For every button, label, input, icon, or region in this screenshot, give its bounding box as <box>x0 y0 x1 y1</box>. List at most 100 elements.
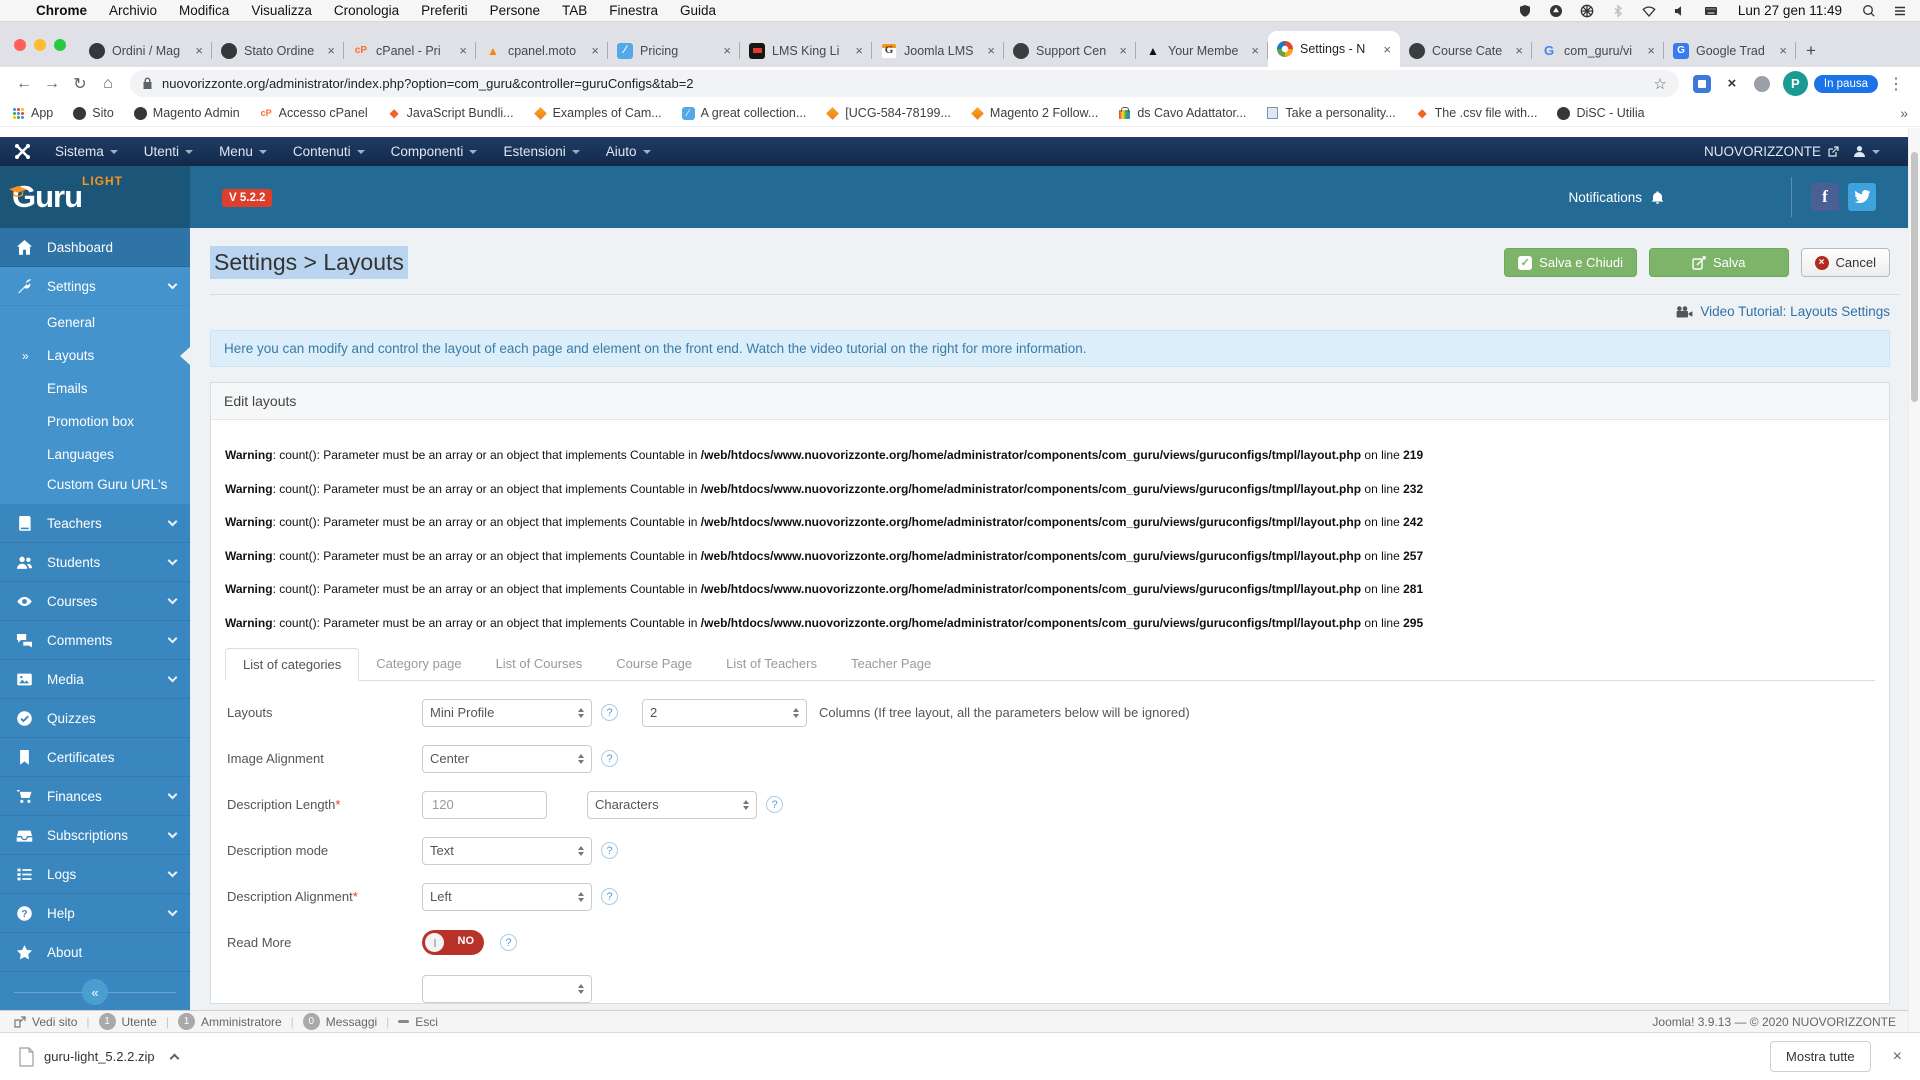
scrollbar-thumb[interactable] <box>1911 152 1918 402</box>
sidebar-item-quizzes[interactable]: Quizzes <box>0 699 190 738</box>
menubar-clock[interactable]: Lun 27 gen 11:49 <box>1738 3 1842 18</box>
sidebar-collapse-button[interactable]: « <box>82 979 108 1005</box>
close-shelf-icon[interactable]: × <box>1893 1048 1902 1066</box>
guru-logo[interactable]: Guru LIGHT <box>0 166 190 228</box>
tab-close-icon[interactable]: × <box>1119 43 1127 58</box>
sidebar-item-logs[interactable]: Logs <box>0 855 190 894</box>
nav-item-menu[interactable]: Menu <box>219 144 267 159</box>
admins-counter[interactable]: 1 Amministratore <box>177 1013 282 1030</box>
logout-link[interactable]: Esci <box>398 1015 438 1029</box>
sidebar-item-subscriptions[interactable]: Subscriptions <box>0 816 190 855</box>
browser-tab[interactable]: Support Cen × <box>1004 34 1136 67</box>
tab-close-icon[interactable]: × <box>1515 43 1523 58</box>
menubar-app-name[interactable]: Chrome <box>36 3 87 18</box>
tab-close-icon[interactable]: × <box>855 43 863 58</box>
sidebar-subitem-layouts-active[interactable]: » Layouts <box>0 339 190 372</box>
tab-close-icon[interactable]: × <box>591 43 599 58</box>
users-counter[interactable]: 1 Utente <box>98 1013 157 1030</box>
tab-close-icon[interactable]: × <box>1779 43 1787 58</box>
partial-select[interactable] <box>422 974 592 1003</box>
show-all-downloads-button[interactable]: Mostra tutte <box>1770 1041 1871 1072</box>
sidebar-subitem-emails[interactable]: Emails <box>0 372 190 405</box>
menubar-item-archivio[interactable]: Archivio <box>109 3 157 18</box>
help-icon[interactable]: ? <box>601 888 618 906</box>
bookmark-item[interactable]: App <box>12 106 53 120</box>
bookmark-item[interactable]: Sito <box>73 106 114 120</box>
fan-wheel-icon[interactable] <box>1579 3 1595 19</box>
menubar-item-modifica[interactable]: Modifica <box>179 3 229 18</box>
browser-tab[interactable]: Stato Ordine × <box>212 34 344 67</box>
sidebar-item-settings[interactable]: Settings <box>0 267 190 306</box>
tab-course-page[interactable]: Course Page <box>599 648 709 680</box>
address-bar[interactable]: nuovorizzonte.org/administrator/index.ph… <box>130 70 1679 97</box>
browser-tab[interactable]: ▲ cpanel.moto × <box>476 34 608 67</box>
characters-select[interactable]: Characters <box>587 790 757 819</box>
sidebar-item-help[interactable]: ? Help <box>0 894 190 933</box>
tab-close-icon[interactable]: × <box>1251 43 1259 58</box>
messages-counter[interactable]: 0 Messaggi <box>302 1013 377 1030</box>
help-icon[interactable]: ? <box>601 704 618 722</box>
window-minimize-button[interactable] <box>34 38 46 51</box>
nav-item-utenti[interactable]: Utenti <box>144 144 194 159</box>
browser-tab[interactable]: Course Cate × <box>1400 34 1532 67</box>
save-and-close-button[interactable]: ✓ Salva e Chiudi <box>1504 248 1637 277</box>
menubar-item-persone[interactable]: Persone <box>490 3 540 18</box>
menubar-item-preferiti[interactable]: Preferiti <box>421 3 468 18</box>
download-item[interactable]: guru-light_5.2.2.zip <box>18 1046 155 1067</box>
menubar-item-visualizza[interactable]: Visualizza <box>251 3 312 18</box>
bookmark-item[interactable]: ∕ A great collection... <box>681 106 806 120</box>
menubar-item-guida[interactable]: Guida <box>680 3 716 18</box>
tab-list-of-courses[interactable]: List of Courses <box>479 648 600 680</box>
user-menu[interactable] <box>1853 145 1880 158</box>
bookmark-item[interactable]: Magento 2 Follow... <box>971 106 1098 120</box>
sidebar-item-about[interactable]: About <box>0 933 190 972</box>
wifi-icon[interactable] <box>1641 3 1657 19</box>
help-icon[interactable]: ? <box>500 934 517 952</box>
bookmark-item[interactable]: Magento Admin <box>133 106 240 120</box>
view-site-link[interactable]: Vedi sito <box>14 1015 77 1029</box>
help-icon[interactable]: ? <box>601 750 618 768</box>
video-tutorial-link[interactable]: Video Tutorial: Layouts Settings <box>1700 304 1890 319</box>
extension-icon[interactable] <box>1692 74 1711 93</box>
nav-item-estensioni[interactable]: Estensioni <box>503 144 580 159</box>
url-text[interactable]: nuovorizzonte.org/administrator/index.ph… <box>162 76 1645 91</box>
tab-list-of-teachers[interactable]: List of Teachers <box>709 648 834 680</box>
cancel-button[interactable]: × Cancel <box>1800 248 1890 277</box>
reload-icon[interactable]: ↻ <box>66 74 94 94</box>
bookmark-item[interactable]: DiSC - Utilia <box>1557 106 1645 120</box>
tab-category-page[interactable]: Category page <box>359 648 478 680</box>
nav-item-aiuto[interactable]: Aiuto <box>606 144 651 159</box>
sidebar-item-students[interactable]: Students <box>0 543 190 582</box>
twitter-icon[interactable] <box>1848 183 1876 211</box>
sidebar-item-dashboard[interactable]: Dashboard <box>0 228 190 267</box>
columns-select[interactable]: 2 <box>642 698 807 727</box>
description-length-input[interactable]: 120 <box>422 790 547 819</box>
home-icon[interactable]: ⌂ <box>94 75 122 93</box>
browser-tab[interactable]: ▲ Your Membe × <box>1136 34 1268 67</box>
tab-close-icon[interactable]: × <box>1647 43 1655 58</box>
sidebar-item-courses[interactable]: Courses <box>0 582 190 621</box>
tab-close-icon[interactable]: × <box>459 43 467 58</box>
window-close-button[interactable] <box>14 38 26 51</box>
sidebar-item-finances[interactable]: Finances <box>0 777 190 816</box>
facebook-icon[interactable]: f <box>1811 183 1839 211</box>
bookmark-item[interactable]: ◆ The .csv file with... <box>1416 106 1538 120</box>
sidebar-item-media[interactable]: Media <box>0 660 190 699</box>
browser-tab[interactable]: Gcom_guru/vi × <box>1532 34 1664 67</box>
sidebar-item-comments[interactable]: Comments <box>0 621 190 660</box>
sidebar-subitem-promotion-box[interactable]: Promotion box <box>0 405 190 438</box>
window-zoom-button[interactable] <box>54 38 66 51</box>
volume-icon[interactable] <box>1672 3 1688 19</box>
sidebar-item-certificates[interactable]: Certificates <box>0 738 190 777</box>
extension-icon[interactable] <box>1753 75 1771 93</box>
chrome-menu-icon[interactable]: ⋮ <box>1888 74 1904 94</box>
description-alignment-select[interactable]: Left <box>422 882 592 911</box>
save-button[interactable]: Salva <box>1649 248 1789 277</box>
bluetooth-icon[interactable] <box>1610 3 1626 19</box>
browser-tab[interactable]: LMS King Li × <box>740 34 872 67</box>
help-icon[interactable]: ? <box>766 796 783 814</box>
menubar-item-tab[interactable]: TAB <box>562 3 587 18</box>
back-icon[interactable]: ← <box>10 75 38 93</box>
browser-tab[interactable]: Ordini / Mag × <box>80 34 212 67</box>
notification-center-icon[interactable] <box>1892 3 1908 19</box>
